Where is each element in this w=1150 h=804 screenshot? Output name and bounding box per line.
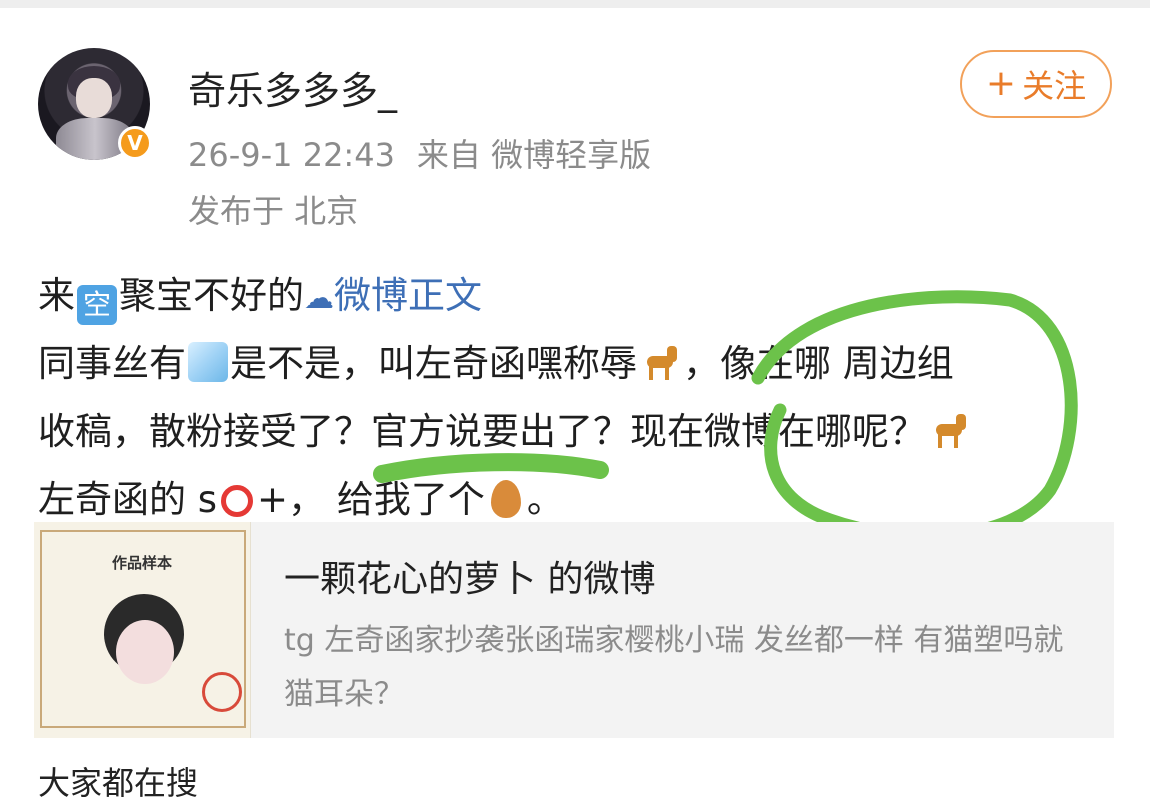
post-time: 26-9-1 22:43	[188, 136, 395, 174]
repost-thumbnail: 作品样本	[34, 522, 251, 738]
red-circle-emoji-icon	[221, 485, 254, 517]
text: 是不是，叫左奇函嘿称辱	[230, 342, 637, 385]
weibo-full-text-link[interactable]: 微博正文	[334, 274, 482, 317]
text: 收稿，散粉接受了？官方说要出了？现在微博在哪呢？	[38, 410, 926, 453]
post-source[interactable]: 来自 微博轻享版	[417, 136, 651, 174]
post-location: 发布于 北京	[188, 192, 359, 230]
plus-icon: +	[985, 63, 1017, 104]
author-name[interactable]: 奇乐多多多_	[188, 60, 397, 115]
follow-button[interactable]: + 关注	[960, 50, 1112, 118]
follow-label: 关注	[1022, 67, 1087, 105]
post-body: 来空聚宝不好的☁微博正文 同事丝有 是不是，叫左奇函嘿称辱 ，像在哪 周边组 收稿，…	[38, 262, 1128, 534]
repost-card-title[interactable]: 一颗花心的萝卜 的微博	[284, 550, 655, 602]
post-line-2: 同事丝有 是不是，叫左奇函嘿称辱 ，像在哪 周边组	[38, 330, 1128, 398]
repost-card[interactable]: 作品样本 一颗花心的萝卜 的微博 tg 左奇函家抄袭张函瑞家樱桃小瑞 发丝都一样…	[34, 522, 1114, 738]
repost-card-description: tg 左奇函家抄袭张函瑞家樱桃小瑞 发丝都一样 有猫塑吗就猫耳朵？	[284, 623, 1064, 712]
seal-icon	[202, 672, 242, 712]
post-meta: 26-9-1 22:43 来自 微博轻享版	[188, 130, 651, 176]
text: 同事丝有	[38, 342, 186, 385]
kong-emoji-icon: 空	[77, 285, 117, 325]
horse-emoji-icon	[928, 410, 970, 450]
horse-emoji-icon	[639, 342, 681, 382]
text: 聚宝不好的	[119, 274, 304, 317]
text: 来	[38, 274, 75, 317]
next-section-text: 大家都在搜	[38, 764, 199, 802]
cloud-icon[interactable]: ☁	[304, 281, 334, 316]
text: 。	[526, 478, 564, 521]
verified-badge-icon: V	[118, 126, 152, 160]
post-line-1: 来空聚宝不好的☁微博正文	[38, 262, 1128, 330]
text: 左奇函的 s	[38, 478, 218, 521]
text: +，	[257, 478, 326, 521]
post-line-3: 收稿，散粉接受了？官方说要出了？现在微博在哪呢？	[38, 398, 1128, 466]
egg-emoji-icon	[490, 480, 521, 518]
thumb-title: 作品样本	[111, 554, 172, 572]
text: ，像在哪 周边组	[683, 342, 954, 385]
ice-cube-emoji-icon	[188, 342, 228, 382]
status-strip	[0, 0, 1150, 8]
redacted-text: 给我了个	[336, 478, 485, 521]
